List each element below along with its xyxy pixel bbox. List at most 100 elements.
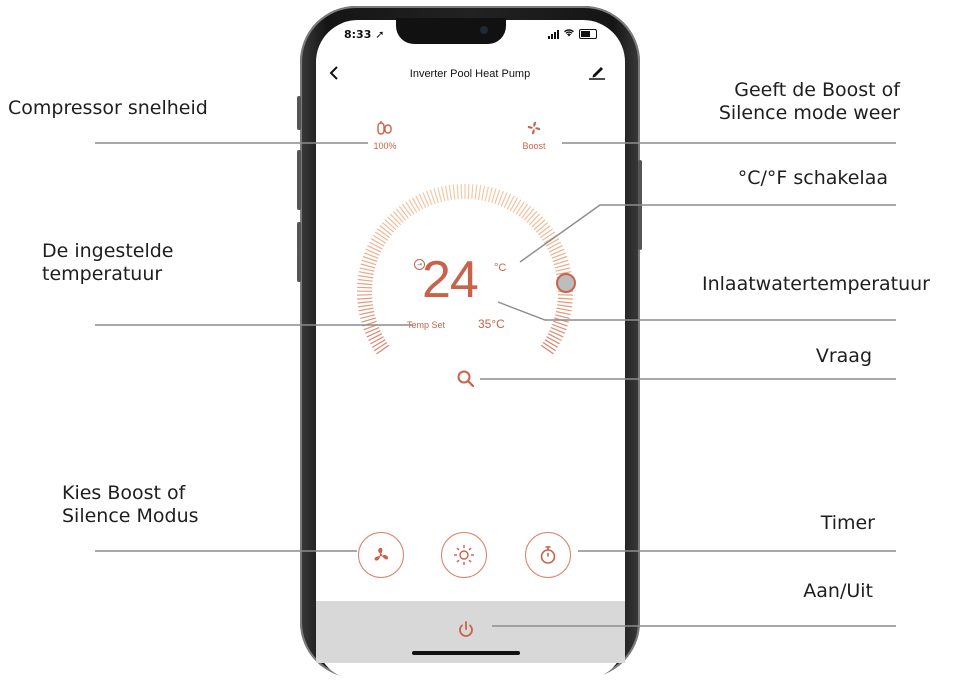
dial-tick bbox=[388, 217, 399, 227]
edit-button[interactable] bbox=[588, 64, 606, 80]
dial-tick bbox=[406, 202, 414, 215]
dial-tick bbox=[449, 185, 451, 200]
power-icon bbox=[455, 619, 477, 641]
annotation-power: Aan/Uit bbox=[760, 580, 873, 603]
temp-set-value: 35°C bbox=[478, 317, 505, 331]
timer-button[interactable] bbox=[525, 532, 571, 578]
dial-tick bbox=[399, 206, 408, 218]
dial-tick bbox=[485, 187, 488, 202]
dial-tick bbox=[390, 214, 400, 225]
dial-handle[interactable] bbox=[556, 273, 576, 293]
annotation-set-temp: De ingestelde temperatuur bbox=[42, 240, 174, 286]
dial-tick bbox=[446, 186, 449, 201]
dial-tick bbox=[371, 239, 384, 246]
dial-tick bbox=[357, 283, 372, 284]
dial-tick bbox=[370, 337, 383, 344]
sun-mode-button[interactable] bbox=[441, 532, 487, 578]
dial-tick bbox=[557, 305, 572, 307]
dial-tick bbox=[534, 220, 545, 230]
dial-tick bbox=[556, 312, 571, 315]
annotation-inlet-temp: Inlaatwatertemperatuur bbox=[702, 273, 930, 296]
dial-tick bbox=[475, 185, 477, 200]
dial-tick bbox=[546, 239, 559, 246]
dial-tick bbox=[359, 272, 374, 275]
status-time-text: 8:33 bbox=[344, 28, 371, 41]
timer-icon bbox=[538, 545, 558, 565]
dial-tick bbox=[510, 198, 517, 211]
dial-tick bbox=[358, 280, 373, 282]
dial-tick bbox=[538, 226, 550, 235]
dial-tick bbox=[359, 308, 374, 311]
dial-tick bbox=[555, 264, 570, 268]
dial-tick bbox=[542, 232, 555, 240]
sun-icon bbox=[453, 544, 475, 566]
dial-tick bbox=[360, 315, 375, 319]
dial-tick bbox=[482, 186, 485, 201]
dial-tick bbox=[361, 318, 375, 322]
compressor-indicator: 100% bbox=[370, 120, 400, 151]
dial-tick bbox=[558, 302, 573, 304]
dial-tick bbox=[556, 268, 571, 271]
compressor-speed-value: 100% bbox=[373, 141, 396, 151]
annotation-mode-display: Geeft de Boost of Silence mode weer bbox=[660, 79, 900, 125]
temp-set-label: Temp Set bbox=[407, 320, 445, 330]
dial-tick bbox=[382, 223, 394, 233]
dial-tick bbox=[555, 315, 570, 319]
dial-tick bbox=[375, 232, 388, 240]
dial-tick bbox=[479, 185, 481, 200]
annotation-set-temp-line2: temperatuur bbox=[42, 263, 174, 286]
home-indicator bbox=[412, 651, 520, 655]
dial-tick bbox=[554, 318, 568, 322]
page-title: Inverter Pool Heat Pump bbox=[380, 68, 560, 80]
dial-tick bbox=[558, 298, 573, 299]
annotation-choose-mode-line2: Silence Modus bbox=[62, 505, 199, 528]
dial-tick bbox=[540, 229, 552, 238]
status-time: 8:33 ➚ bbox=[344, 28, 384, 41]
camera-dot bbox=[480, 26, 488, 34]
dial-tick bbox=[548, 242, 561, 249]
dial-tick bbox=[557, 308, 572, 311]
dial-tick bbox=[524, 209, 534, 221]
dial-tick bbox=[357, 298, 372, 299]
pencil-icon bbox=[588, 64, 606, 80]
power-button[interactable] bbox=[455, 619, 477, 641]
phone-volume-up bbox=[297, 150, 301, 210]
dial-tick bbox=[544, 235, 557, 243]
dial-tick bbox=[461, 184, 462, 199]
dial-tick bbox=[532, 217, 543, 227]
dial-tick bbox=[527, 211, 537, 222]
dial-tick bbox=[513, 200, 521, 213]
dial-tick bbox=[361, 264, 376, 268]
fan-icon bbox=[371, 545, 391, 565]
back-button[interactable] bbox=[329, 64, 339, 85]
phone-side-button bbox=[297, 96, 301, 130]
dial-tick bbox=[472, 184, 473, 199]
dial-tick bbox=[545, 340, 558, 348]
search-button[interactable] bbox=[455, 368, 477, 390]
fan-mode-button[interactable] bbox=[358, 532, 404, 578]
phone-notch bbox=[396, 18, 506, 44]
annotation-question: Vraag bbox=[760, 345, 872, 368]
phone-power-button bbox=[638, 160, 642, 250]
dial-tick bbox=[373, 235, 386, 243]
dial-tick bbox=[516, 202, 524, 215]
chevron-left-icon bbox=[329, 66, 339, 80]
dial-tick bbox=[380, 226, 392, 235]
dial-tick bbox=[372, 340, 385, 348]
unit-toggle[interactable]: °C bbox=[494, 262, 506, 274]
annotation-set-temp-line1: De ingestelde bbox=[42, 240, 174, 263]
status-icons bbox=[548, 28, 597, 40]
dial-tick bbox=[393, 211, 403, 222]
dial-tick bbox=[522, 206, 531, 218]
dial-tick bbox=[541, 345, 553, 354]
dial-tick bbox=[438, 188, 442, 203]
annotation-choose-mode: Kies Boost of Silence Modus bbox=[62, 482, 199, 528]
dial-tick bbox=[377, 229, 389, 238]
dial-tick bbox=[543, 343, 556, 351]
mode-indicator: Boost bbox=[517, 120, 551, 151]
dial-tick bbox=[442, 187, 445, 202]
dial-tick bbox=[529, 214, 539, 225]
dial-tick bbox=[519, 204, 528, 216]
battery-icon bbox=[579, 29, 597, 39]
annotation-mode-display-line1: Geeft de Boost of bbox=[660, 79, 900, 102]
